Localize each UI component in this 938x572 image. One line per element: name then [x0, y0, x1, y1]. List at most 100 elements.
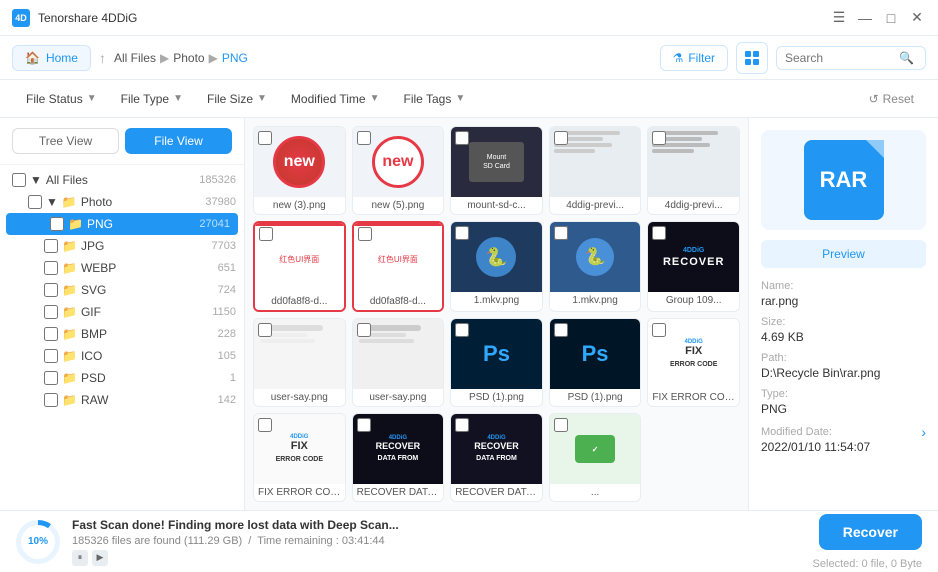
minimize-button[interactable]: — [856, 9, 874, 27]
list-item[interactable]: 4ddig-previ... [549, 126, 642, 215]
list-item[interactable]: 4DDiG RECOVERDATA FROM RECOVER DATA FROM… [450, 413, 543, 502]
psd-count: 1 [230, 372, 236, 384]
file-checkbox[interactable] [455, 131, 469, 145]
tree-item-allfiles[interactable]: ▼ All Files 185326 [0, 169, 244, 191]
psd-checkbox[interactable] [44, 371, 58, 385]
close-button[interactable]: ✕ [908, 9, 926, 27]
list-item[interactable]: new new (5).png [352, 126, 445, 215]
list-item[interactable]: MountSD Card mount-sd-c... [450, 126, 543, 215]
list-item[interactable]: user-say.png [352, 318, 445, 407]
list-item[interactable]: 红色UI界面 dd0fa8f8-d... [352, 221, 445, 312]
file-checkbox[interactable] [358, 227, 372, 241]
webp-checkbox[interactable] [44, 261, 58, 275]
allfiles-checkbox[interactable] [12, 173, 26, 187]
file-checkbox[interactable] [258, 418, 272, 432]
more-arrow[interactable]: › [921, 424, 926, 440]
file-checkbox[interactable] [652, 323, 666, 337]
breadcrumb-photo[interactable]: Photo [173, 51, 204, 65]
list-item[interactable]: 4ddig-previ... [647, 126, 740, 215]
file-checkbox[interactable] [554, 226, 568, 240]
modified-time-filter[interactable]: Modified Time ▼ [281, 88, 390, 110]
png-folder-icon: 📁 [68, 217, 83, 231]
file-checkbox[interactable] [259, 227, 273, 241]
file-type-filter[interactable]: File Type ▼ [111, 88, 193, 110]
file-checkbox[interactable] [357, 131, 371, 145]
list-item[interactable]: Ps PSD (1).png [450, 318, 543, 407]
png-label: PNG [87, 217, 113, 231]
nav-back-arrow[interactable]: ↑ [99, 50, 106, 66]
list-item[interactable]: 4DDiG FIXERROR CODE FIX ERROR CODE... [647, 318, 740, 407]
svg-checkbox[interactable] [44, 283, 58, 297]
scan-title: Fast Scan done! Finding more lost data w… [72, 518, 801, 532]
file-checkbox[interactable] [357, 323, 371, 337]
tree-item-svg[interactable]: 📁 SVG 724 [0, 279, 244, 301]
recover-button[interactable]: Recover [819, 514, 922, 550]
list-item[interactable]: user-say.png [253, 318, 346, 407]
list-item[interactable]: 4DDiG FIXERROR CODE FIX ERROR CODE... [253, 413, 346, 502]
reset-button[interactable]: ↺ Reset [861, 88, 922, 110]
breadcrumb-allfiles[interactable]: All Files [114, 51, 156, 65]
tree-item-psd[interactable]: 📁 PSD 1 [0, 367, 244, 389]
tree-item-ico[interactable]: 📁 ICO 105 [0, 345, 244, 367]
tree-view-button[interactable]: Tree View [12, 128, 119, 154]
file-checkbox[interactable] [455, 226, 469, 240]
breadcrumb: All Files ▶ Photo ▶ PNG [114, 51, 248, 65]
gif-checkbox[interactable] [44, 305, 58, 319]
file-checkbox[interactable] [554, 323, 568, 337]
file-tags-filter[interactable]: File Tags ▼ [394, 88, 476, 110]
file-area: new new (3).png new new (5).png MountSD … [245, 118, 748, 510]
list-item[interactable]: 🐍 1.mkv.png [450, 221, 543, 312]
maximize-button[interactable]: □ [882, 9, 900, 27]
png-checkbox[interactable] [50, 217, 64, 231]
search-input[interactable] [785, 51, 895, 65]
hamburger-icon[interactable]: ☰ [830, 9, 848, 27]
file-checkbox[interactable] [652, 131, 666, 145]
list-item[interactable]: new new (3).png [253, 126, 346, 215]
list-item[interactable]: 4DDiG RECOVER Group 109... [647, 221, 740, 312]
file-checkbox[interactable] [258, 131, 272, 145]
tree-item-png[interactable]: 📁 PNG 27041 [6, 213, 238, 235]
file-view-button[interactable]: File View [125, 128, 232, 154]
list-item[interactable]: ✓ ... [549, 413, 642, 502]
pause-button[interactable]: ⏸ [72, 550, 88, 566]
file-checkbox[interactable] [455, 418, 469, 432]
photo-checkbox[interactable] [28, 195, 42, 209]
file-tags-label: File Tags [404, 92, 452, 106]
search-box[interactable]: 🔍 [776, 46, 926, 70]
list-item[interactable]: 4DDiG RECOVERDATA FROM RECOVER DATA FROM… [352, 413, 445, 502]
file-tags-arrow: ▼ [455, 93, 465, 104]
filter-button[interactable]: ⚗ Filter [660, 45, 728, 71]
file-checkbox[interactable] [357, 418, 371, 432]
tree-item-photo[interactable]: ▼ 📁 Photo 37980 [0, 191, 244, 213]
file-name: PSD (1).png [451, 389, 542, 406]
file-checkbox[interactable] [554, 131, 568, 145]
list-item[interactable]: Ps PSD (1).png [549, 318, 642, 407]
breadcrumb-png[interactable]: PNG [222, 51, 248, 65]
tree-item-jpg[interactable]: 📁 JPG 7703 [0, 235, 244, 257]
psd-label: PSD [81, 371, 106, 385]
bmp-checkbox[interactable] [44, 327, 58, 341]
file-checkbox[interactable] [554, 418, 568, 432]
grid-view-button[interactable] [736, 42, 768, 74]
tree-item-gif[interactable]: 📁 GIF 1150 [0, 301, 244, 323]
file-status-filter[interactable]: File Status ▼ [16, 88, 107, 110]
list-item[interactable]: 🐍 1.mkv.png [549, 221, 642, 312]
ico-checkbox[interactable] [44, 349, 58, 363]
tree-item-raw[interactable]: 📁 RAW 142 [0, 389, 244, 411]
bmp-label: BMP [81, 327, 107, 341]
jpg-checkbox[interactable] [44, 239, 58, 253]
tree-item-webp[interactable]: 📁 WEBP 651 [0, 257, 244, 279]
preview-button[interactable]: Preview [761, 240, 926, 268]
file-checkbox[interactable] [258, 323, 272, 337]
tree-item-bmp[interactable]: 📁 BMP 228 [0, 323, 244, 345]
home-button[interactable]: 🏠 Home [12, 45, 91, 71]
file-checkbox[interactable] [455, 323, 469, 337]
file-checkbox[interactable] [652, 226, 666, 240]
list-item[interactable]: 红色UI界面 dd0fa8f8-d... [253, 221, 346, 312]
stop-button[interactable]: ▶ [92, 550, 108, 566]
raw-checkbox[interactable] [44, 393, 58, 407]
raw-label: RAW [81, 393, 109, 407]
window-controls: ☰ — □ ✕ [830, 9, 926, 27]
home-label: Home [46, 51, 78, 65]
file-size-filter[interactable]: File Size ▼ [197, 88, 277, 110]
